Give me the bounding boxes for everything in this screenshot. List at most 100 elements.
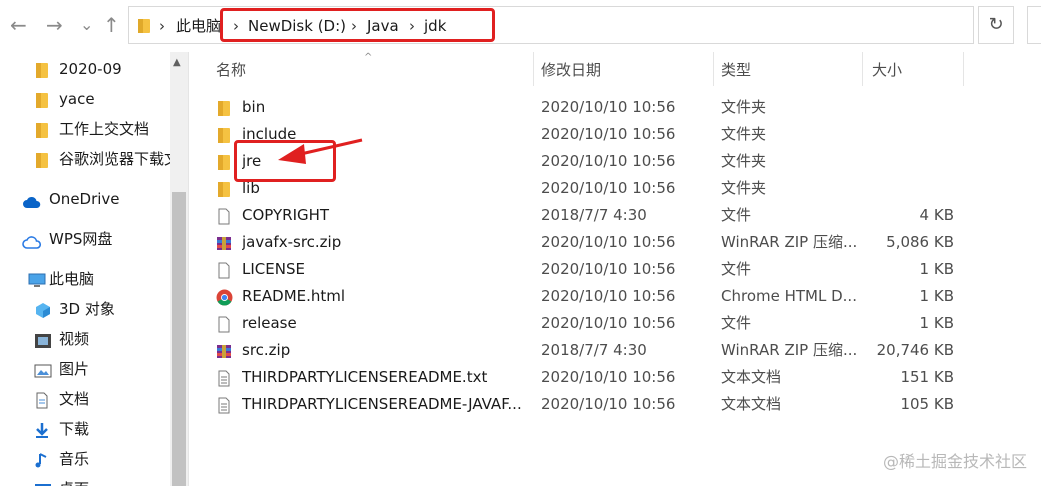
sidebar-item[interactable]: 文档 <box>0 386 170 412</box>
file-row[interactable]: release 2020/10/10 10:56 文件 1 KB <box>210 310 970 337</box>
sidebar-item-label: 工作上交文档 <box>59 120 150 138</box>
sidebar-item[interactable]: 3D 对象 <box>0 296 170 322</box>
file-row[interactable]: THIRDPARTYLICENSEREADME-JAVAF... 2020/10/… <box>210 391 970 418</box>
breadcrumb-separator: › <box>159 17 165 35</box>
file-icon <box>216 207 232 225</box>
file-date: 2020/10/10 10:56 <box>541 98 676 116</box>
column-header-size[interactable]: 大小 <box>872 52 902 88</box>
file-row[interactable]: THIRDPARTYLICENSEREADME.txt 2020/10/10 10… <box>210 364 970 391</box>
column-header-name[interactable]: 名称 <box>216 52 246 88</box>
file-type: 文件 <box>721 260 752 278</box>
video-icon <box>34 331 52 357</box>
text-file-icon <box>216 396 232 414</box>
file-type: 文本文档 <box>721 395 782 413</box>
file-date: 2020/10/10 10:56 <box>541 314 676 332</box>
folder-icon <box>34 91 50 117</box>
sidebar-item-label: yace <box>59 90 95 108</box>
sidebar-item[interactable]: 谷歌浏览器下载文 <box>0 146 170 172</box>
file-size: 1 KB <box>919 287 954 305</box>
file-name: COPYRIGHT <box>242 206 330 224</box>
sidebar-item-label: 文档 <box>59 390 90 408</box>
file-date: 2020/10/10 10:56 <box>541 368 676 386</box>
file-row[interactable]: LICENSE 2020/10/10 10:56 文件 1 KB <box>210 256 970 283</box>
column-divider[interactable] <box>713 52 714 86</box>
recent-locations-button[interactable]: ⌄ <box>80 13 93 37</box>
sidebar-item[interactable]: 桌面 <box>0 476 170 486</box>
up-button[interactable]: ↑ <box>103 13 120 37</box>
sidebar-item-label: 3D 对象 <box>59 300 115 318</box>
file-type: 文本文档 <box>721 368 782 386</box>
sidebar-item-label: 桌面 <box>59 476 89 486</box>
sidebar-item[interactable]: WPS网盘 <box>0 226 170 252</box>
file-icon <box>216 261 232 279</box>
pictures-icon <box>34 361 52 387</box>
sidebar-item[interactable]: 工作上交文档 <box>0 116 170 142</box>
3d-objects-icon <box>34 301 52 327</box>
breadcrumb-this-pc[interactable]: 此电脑 <box>176 16 221 36</box>
chrome-icon <box>216 288 233 306</box>
sidebar-item[interactable]: 视频 <box>0 326 170 352</box>
file-name: javafx-src.zip <box>242 233 342 251</box>
annotation-arrow-icon <box>278 138 363 164</box>
file-name: THIRDPARTYLICENSEREADME-JAVAF... <box>242 395 522 413</box>
file-icon <box>216 315 232 333</box>
file-type: 文件 <box>721 206 752 224</box>
file-row[interactable]: COPYRIGHT 2018/7/7 4:30 文件 4 KB <box>210 202 970 229</box>
file-row[interactable]: bin 2020/10/10 10:56 文件夹 <box>210 94 970 121</box>
file-date: 2018/7/7 4:30 <box>541 206 647 224</box>
refresh-icon: ↻ <box>988 14 1004 35</box>
search-box[interactable] <box>1027 6 1041 44</box>
computer-icon <box>28 271 46 297</box>
file-type: 文件夹 <box>721 179 767 197</box>
sidebar-item[interactable]: 下载 <box>0 416 170 442</box>
file-date: 2020/10/10 10:56 <box>541 395 676 413</box>
folder-icon <box>216 126 232 143</box>
file-type: WinRAR ZIP 压缩... <box>721 233 858 251</box>
file-row[interactable]: README.html 2020/10/10 10:56 Chrome HTML D… <box>210 283 970 310</box>
sidebar-item[interactable]: OneDrive <box>0 186 170 212</box>
column-header-date[interactable]: 修改日期 <box>541 52 601 88</box>
file-type: 文件夹 <box>721 125 767 143</box>
column-divider[interactable] <box>862 52 863 86</box>
file-size: 20,746 KB <box>876 341 954 359</box>
sidebar-item[interactable]: yace <box>0 86 170 112</box>
file-type: 文件 <box>721 314 752 332</box>
sidebar-item[interactable]: 音乐 <box>0 446 170 472</box>
file-type: WinRAR ZIP 压缩... <box>721 341 858 359</box>
text-file-icon <box>216 369 232 387</box>
sidebar-item-label: 2020-09 <box>59 60 122 78</box>
column-divider[interactable] <box>533 52 534 86</box>
documents-icon <box>34 391 50 417</box>
back-button[interactable]: ← <box>10 13 27 37</box>
sidebar-item-label: 此电脑 <box>49 270 95 288</box>
folder-icon <box>34 121 50 147</box>
file-name: LICENSE <box>242 260 305 278</box>
file-date: 2020/10/10 10:56 <box>541 287 676 305</box>
sidebar-item[interactable]: 此电脑 <box>0 266 170 292</box>
forward-button[interactable]: → <box>46 13 63 37</box>
file-name: bin <box>242 98 266 116</box>
download-icon <box>34 421 50 447</box>
scroll-up-icon[interactable]: ▲ <box>173 57 181 68</box>
column-divider[interactable] <box>963 52 964 86</box>
file-row[interactable]: src.zip 2018/7/7 4:30 WinRAR ZIP 压缩... 20,7… <box>210 337 970 364</box>
sidebar-item[interactable]: 图片 <box>0 356 170 382</box>
sidebar-item-label: OneDrive <box>49 190 120 208</box>
folder-icon <box>216 180 232 197</box>
sort-ascending-icon: ^ <box>364 52 373 63</box>
column-header-type[interactable]: 类型 <box>721 52 751 88</box>
cloud-icon <box>22 191 42 217</box>
pane-divider <box>188 52 189 486</box>
sidebar-item-label: 谷歌浏览器下载文 <box>59 150 170 168</box>
file-row[interactable]: javafx-src.zip 2020/10/10 10:56 WinRAR ZIP… <box>210 229 970 256</box>
file-size: 151 KB <box>900 368 954 386</box>
file-name: src.zip <box>242 341 291 359</box>
file-type: Chrome HTML D... <box>721 287 857 305</box>
sidebar-scrollbar-thumb[interactable] <box>172 192 186 486</box>
file-name: release <box>242 314 297 332</box>
file-name: README.html <box>242 287 346 305</box>
refresh-button[interactable]: ↻ <box>978 6 1014 44</box>
sidebar-item-label: 图片 <box>59 360 90 378</box>
folder-icon <box>138 19 150 33</box>
sidebar-item[interactable]: 2020-09 <box>0 56 170 82</box>
